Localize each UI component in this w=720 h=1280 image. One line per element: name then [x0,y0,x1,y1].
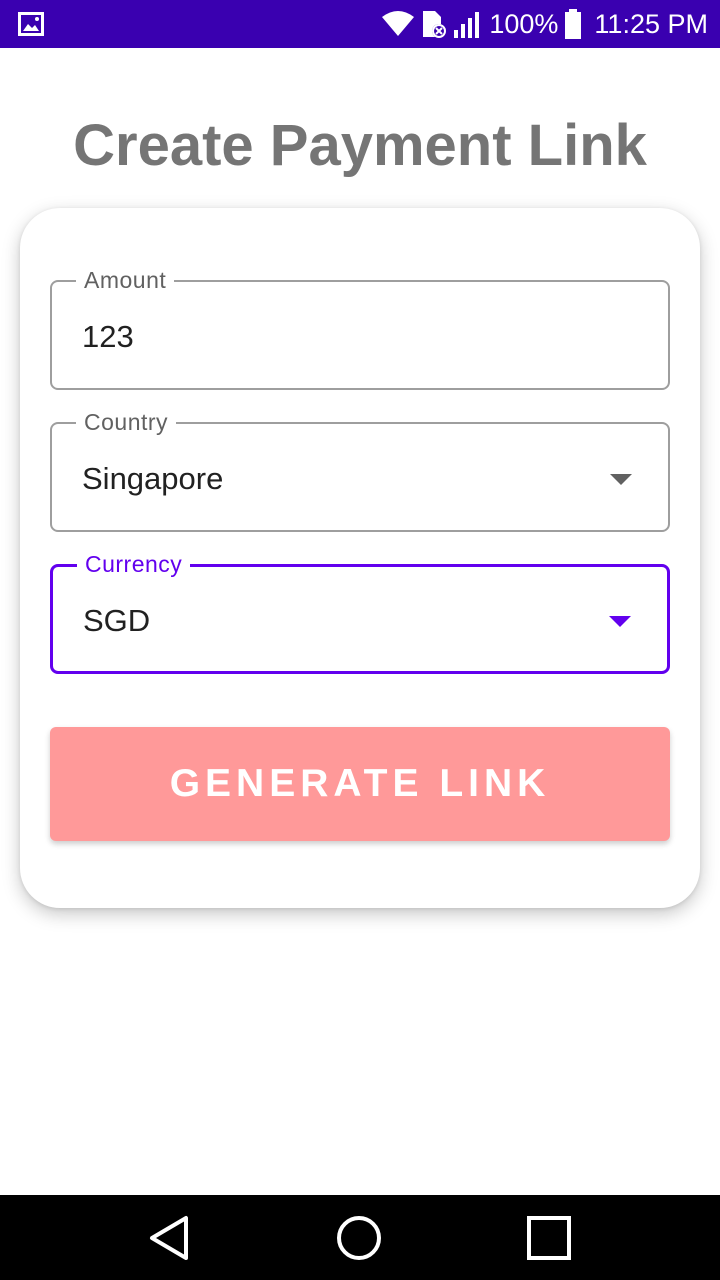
battery-icon [565,9,582,39]
recents-icon[interactable] [524,1213,574,1263]
clock: 11:25 PM [594,8,708,39]
status-icons: 100% 11:25 PM [381,0,708,48]
wifi-icon [382,11,415,36]
page-title: Create Payment Link [73,113,647,178]
signal-icon [454,12,480,38]
currency-select[interactable]: Currency SGD [50,550,670,674]
status-bar: 100% 11:25 PM [0,0,720,48]
screen: 100% 11:25 PM Create Payment Link Amount… [0,0,720,1280]
currency-label: Currency [77,550,191,578]
amount-field[interactable]: Amount 123 [50,266,670,390]
country-value: Singapore [82,461,224,496]
chevron-down-icon[interactable] [610,474,632,485]
navigation-bar [0,1195,720,1280]
gallery-icon [18,12,44,36]
payment-form-card: Amount 123 Country Singapore Currency SG… [20,208,700,908]
generate-link-button[interactable]: GENERATE LINK [50,727,670,841]
back-icon[interactable] [146,1213,196,1263]
amount-value[interactable]: 123 [82,318,134,356]
chevron-down-icon[interactable] [609,616,631,627]
home-icon[interactable] [334,1213,384,1263]
currency-value: SGD [83,603,151,638]
sim-error-icon [423,11,447,38]
battery-percent: 100% [489,8,559,39]
country-select[interactable]: Country Singapore [50,408,670,532]
amount-label: Amount [76,266,175,294]
country-label: Country [76,408,177,436]
